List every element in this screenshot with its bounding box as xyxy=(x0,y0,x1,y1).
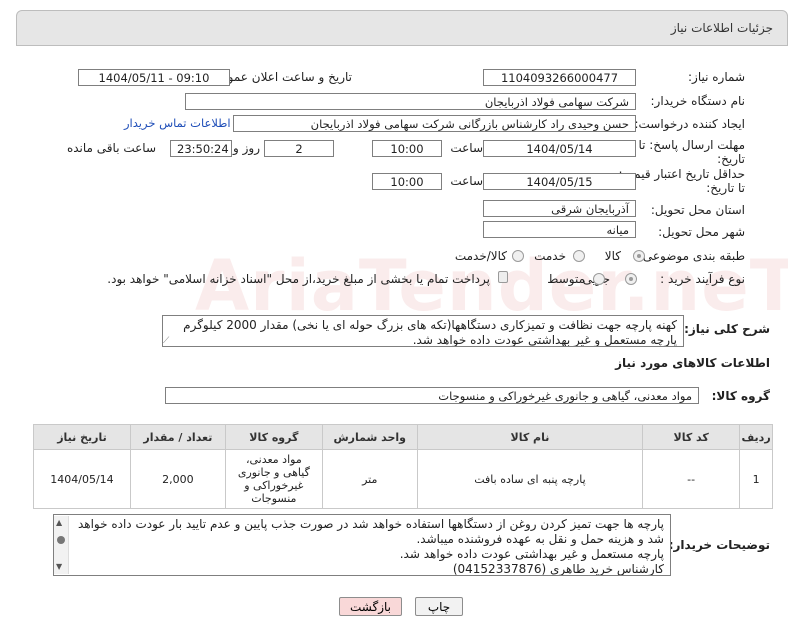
purchase-radio-minor[interactable] xyxy=(625,273,637,285)
response-deadline-label-2: تاریخ: xyxy=(717,152,745,166)
col-name: نام کالا xyxy=(416,424,644,450)
response-time-label: ساعت xyxy=(450,141,483,155)
cell-quantity: 2,000 xyxy=(129,449,226,509)
page-title: جزئیات اطلاعات نیاز xyxy=(670,21,773,35)
category-label: طبقه بندی موضوعی: xyxy=(638,249,745,263)
goods-section-title: اطلاعات کالاهای مورد نیاز xyxy=(615,356,770,370)
buyer-notes-textarea[interactable]: پارچه ها جهت تمیز کردن روغن از دستگاهها … xyxy=(53,514,671,576)
price-validity-date-field: 1404/05/15 xyxy=(483,173,636,190)
category-radio-goods[interactable] xyxy=(633,250,645,262)
cell-unit: متر xyxy=(321,449,418,509)
description-textarea[interactable]: کهنه پارچه جهت نظافت و تمیزکاری دستگاهها… xyxy=(162,315,684,347)
category-radio-goods-service[interactable] xyxy=(512,250,524,262)
table-header-row: ردیف کد کالا نام کالا واحد شمارش گروه کا… xyxy=(33,424,773,450)
price-validity-label-2: تا تاریخ: xyxy=(706,181,745,195)
scroll-up-icon[interactable]: ▲ xyxy=(56,518,62,527)
category-option-goods: کالا xyxy=(604,249,621,263)
cell-date: 1404/05/14 xyxy=(33,449,131,509)
price-validity-time-label: ساعت xyxy=(450,174,483,188)
purchase-option-medium: متوسط xyxy=(547,272,585,286)
scroll-thumb[interactable] xyxy=(57,536,65,544)
requester-field: حسن وحیدی راد کارشناس بازرگانی شرکت سهام… xyxy=(233,115,636,132)
notes-line-4: کارشناس خرید طاهری (04152337876) xyxy=(452,562,664,576)
col-date: تاریخ نیاز xyxy=(33,424,131,450)
print-button[interactable]: چاپ xyxy=(415,597,463,616)
category-option-service: خدمت xyxy=(534,249,566,263)
scroll-down-icon[interactable]: ▼ xyxy=(56,562,62,571)
buyer-notes-label: توضیحات خریدار: xyxy=(668,538,770,552)
treasury-payment-note: پرداخت تمام یا بخشی از مبلغ خرید،از محل … xyxy=(107,272,490,286)
delivery-province-field: آذربایجان شرقی xyxy=(483,200,636,217)
notes-line-2: شد و هزینه حمل و نقل به عهده فروشنده میب… xyxy=(416,532,664,546)
buyer-org-field: شرکت سهامی فولاد اذربایجان xyxy=(185,93,636,110)
table-row: 1 -- پارچه پنبه ای ساده بافت متر مواد مع… xyxy=(33,449,773,509)
price-validity-time-field: 10:00 xyxy=(372,173,442,190)
response-time-field: 10:00 xyxy=(372,140,442,157)
purchase-type-label: نوع فرآیند خرید : xyxy=(660,272,745,286)
col-code: کد کالا xyxy=(642,424,741,450)
delivery-city-label: شهر محل تحویل: xyxy=(658,225,745,239)
category-radio-service[interactable] xyxy=(573,250,585,262)
cell-row: 1 xyxy=(739,449,773,509)
description-line-2: پارچه مستعمل و غیر بهداشتی عودت داده خوا… xyxy=(412,333,677,347)
days-field: 2 xyxy=(264,140,334,157)
cell-group: مواد معدنی، گیاهی و جانوری غیرخوراکی و م… xyxy=(224,449,323,509)
response-deadline-label-1: مهلت ارسال پاسخ: تا xyxy=(638,138,745,152)
response-date-field: 1404/05/14 xyxy=(483,140,636,157)
goods-table: ردیف کد کالا نام کالا واحد شمارش گروه کا… xyxy=(33,424,773,509)
need-number-field: 1104093266000477 xyxy=(483,69,636,86)
col-quantity: تعداد / مقدار xyxy=(129,424,226,450)
days-label: روز و xyxy=(233,141,260,155)
remaining-time-field: 23:50:24 xyxy=(170,140,232,157)
notes-line-1: پارچه ها جهت تمیز کردن روغن از دستگاهها … xyxy=(77,517,664,531)
col-group: گروه کالا xyxy=(224,424,323,450)
treasury-checkbox[interactable] xyxy=(498,271,508,283)
purchase-radio-medium[interactable] xyxy=(593,273,605,285)
cell-code: -- xyxy=(642,449,741,509)
description-line-1: کهنه پارچه جهت نظافت و تمیزکاری دستگاهها… xyxy=(183,318,677,332)
description-label: شرح کلی نیاز: xyxy=(684,322,770,336)
resize-handle-icon[interactable]: ⟋ xyxy=(163,336,169,346)
remaining-time-label: ساعت باقی مانده xyxy=(66,141,156,155)
category-option-goods-service: کالا/خدمت xyxy=(454,249,507,263)
delivery-city-field: میانه xyxy=(483,221,636,238)
need-number-label: شماره نیاز: xyxy=(688,70,745,84)
notes-scrollbar[interactable]: ▲ ▼ xyxy=(54,516,69,574)
buyer-contact-link[interactable]: اطلاعات تماس خریدار xyxy=(124,116,231,130)
back-button[interactable]: بازگشت xyxy=(339,597,402,616)
delivery-province-label: استان محل تحویل: xyxy=(650,203,745,217)
page-header: جزئیات اطلاعات نیاز xyxy=(16,10,788,46)
notes-line-3: پارچه مستعمل و غیر بهداشتی عودت داده خوا… xyxy=(399,547,664,561)
col-unit: واحد شمارش xyxy=(321,424,418,450)
price-validity-label-1: حداقل تاریخ اعتبار قیمت: xyxy=(618,167,745,181)
announce-datetime-field: 1404/05/11 - 09:10 xyxy=(78,69,230,86)
requester-label: ایجاد کننده درخواست: xyxy=(634,117,745,131)
goods-group-label: گروه کالا: xyxy=(711,389,770,403)
col-row: ردیف xyxy=(739,424,773,450)
cell-name: پارچه پنبه ای ساده بافت xyxy=(416,449,644,509)
buyer-org-label: نام دستگاه خریدار: xyxy=(650,94,746,108)
goods-group-field: مواد معدنی، گیاهی و جانوری غیرخوراکی و م… xyxy=(165,387,699,404)
